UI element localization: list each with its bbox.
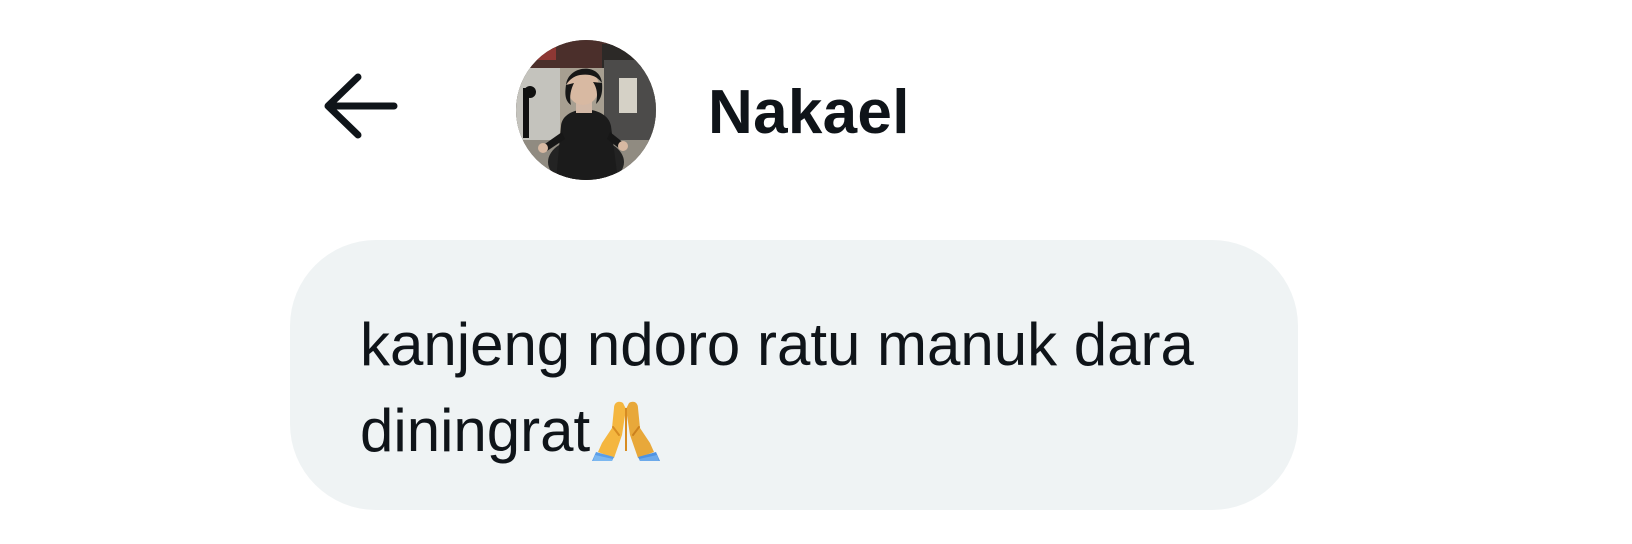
avatar[interactable] — [516, 40, 656, 180]
conversation-header: Nakael — [0, 0, 1632, 220]
message-text: kanjeng ndoro ratu manuk dara diningrat — [360, 311, 1194, 464]
message-bubble[interactable]: kanjeng ndoro ratu manuk dara diningrat — [290, 240, 1298, 510]
arrow-left-icon — [324, 73, 398, 139]
back-button[interactable] — [318, 72, 402, 142]
dm-conversation-screen: Nakael kanjeng ndoro ratu manuk dara din… — [0, 0, 1632, 544]
profile-photo — [516, 40, 656, 180]
message-text-wrap: kanjeng ndoro ratu manuk dara diningrat — [360, 302, 1238, 474]
folded-hands-icon — [592, 397, 661, 461]
contact-name[interactable]: Nakael — [708, 78, 910, 148]
